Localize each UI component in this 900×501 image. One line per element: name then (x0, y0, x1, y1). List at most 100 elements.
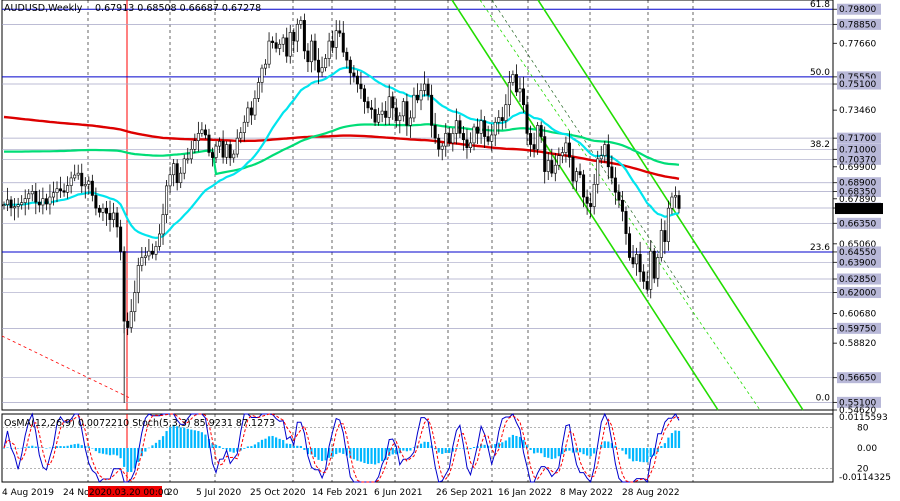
candle-body (112, 212, 116, 220)
candle-body (44, 198, 48, 205)
y-tick-label: 0.59750 (839, 324, 876, 334)
osma-bar (356, 448, 359, 461)
candle-body (13, 206, 17, 209)
candle-body (55, 188, 59, 193)
candle-body (493, 121, 497, 136)
osma-bar (646, 448, 649, 463)
candle-body (186, 158, 190, 161)
candle-body (16, 204, 20, 207)
osma-bar (381, 448, 384, 462)
x-tick-label: 26 Sep 2021 (436, 488, 493, 498)
candle-body (447, 133, 451, 144)
candle-body (249, 107, 253, 116)
ema-slow-line (3, 115, 680, 180)
candle-body (278, 43, 282, 49)
candle-body (536, 125, 540, 150)
osma-bar (472, 447, 476, 448)
osma-bar (214, 444, 218, 448)
osma-bar (547, 448, 550, 458)
candle-body (564, 142, 568, 153)
x-tick-label: 8 May 2022 (560, 488, 613, 498)
candle-body (571, 156, 575, 182)
chart-svg[interactable]: 61.8 50.0 38.2 23.6 0.0 0.79800 0.78850 0.7766… (0, 0, 900, 501)
osma-bar (48, 447, 52, 449)
osma-bar (200, 432, 204, 448)
candle-body (465, 139, 469, 149)
osma-bar (508, 437, 511, 448)
candle-body (133, 292, 137, 312)
osma-bar (635, 448, 638, 462)
candle-body (51, 192, 55, 198)
osma-bar (444, 448, 447, 453)
osma-bar (6, 447, 9, 448)
candle-body (193, 140, 197, 150)
candle-body (352, 72, 356, 77)
candle-body (324, 58, 328, 68)
candle-body (264, 63, 268, 69)
osma-bar (154, 442, 158, 448)
osma-bar (275, 437, 278, 448)
osma-bar (670, 433, 674, 448)
candle-body (423, 83, 427, 91)
candle-body (362, 88, 366, 102)
osma-bar (179, 427, 182, 448)
y-tick-label: 0.69900 (839, 163, 876, 173)
candle-body (504, 104, 508, 121)
candle-body (539, 125, 543, 137)
candle-body (221, 141, 225, 158)
y-tick-label: 0.58820 (839, 339, 876, 349)
candle-body (90, 180, 94, 196)
osma-bar (250, 446, 253, 448)
osma-bar (667, 437, 670, 448)
osma-bar (282, 439, 285, 448)
candle-body (599, 155, 603, 160)
osma-bar (147, 447, 150, 449)
osma-bar (402, 448, 405, 451)
candle-body (483, 120, 487, 137)
x-tick-label: 25 Oct 2020 (250, 488, 306, 498)
candle-body (104, 207, 108, 214)
chart-title: AUDUSD,Weekly (4, 3, 83, 14)
candle-body (327, 40, 331, 59)
osma-bar (31, 445, 34, 448)
osma-bar (190, 429, 193, 448)
osma-bar (320, 448, 324, 461)
osma-bar (59, 446, 62, 448)
candle-body (550, 160, 554, 174)
candle-body (398, 115, 402, 121)
candle-body (348, 59, 352, 74)
osma-bar (193, 430, 196, 448)
osma-bar (674, 430, 677, 448)
osma-bar (642, 448, 645, 463)
candle-body (345, 51, 349, 61)
osma-bar (536, 448, 539, 453)
candle-body (596, 158, 600, 185)
osma-bar (568, 448, 571, 451)
candle-body (20, 202, 24, 205)
osma-bar (373, 448, 377, 465)
candle-body (168, 174, 172, 187)
forex-chart[interactable]: 61.8 50.0 38.2 23.6 0.0 0.79800 0.78850 0.7766… (0, 0, 900, 501)
osma-bar (359, 448, 363, 462)
candle-body (136, 265, 140, 293)
candle-body (486, 136, 490, 142)
candle-body (670, 196, 674, 209)
candle-body (359, 83, 363, 90)
y-tick-label: 0.75100 (839, 80, 876, 90)
candle-body (437, 137, 441, 150)
candle-body (433, 125, 437, 139)
grid-layer (1, 0, 834, 483)
candle-body (232, 153, 236, 159)
candle-body (585, 196, 589, 204)
osma-bar (391, 448, 394, 455)
candle-body (652, 250, 656, 279)
osma-bar (222, 448, 225, 449)
current-price-label: 0.67278 (839, 205, 876, 215)
candle-body (543, 136, 547, 172)
osma-bar (27, 446, 30, 448)
osma-bar (469, 448, 472, 450)
candle-body (511, 74, 515, 83)
candle-body (631, 257, 635, 265)
candle-body (288, 32, 292, 57)
candle-body (87, 180, 91, 185)
